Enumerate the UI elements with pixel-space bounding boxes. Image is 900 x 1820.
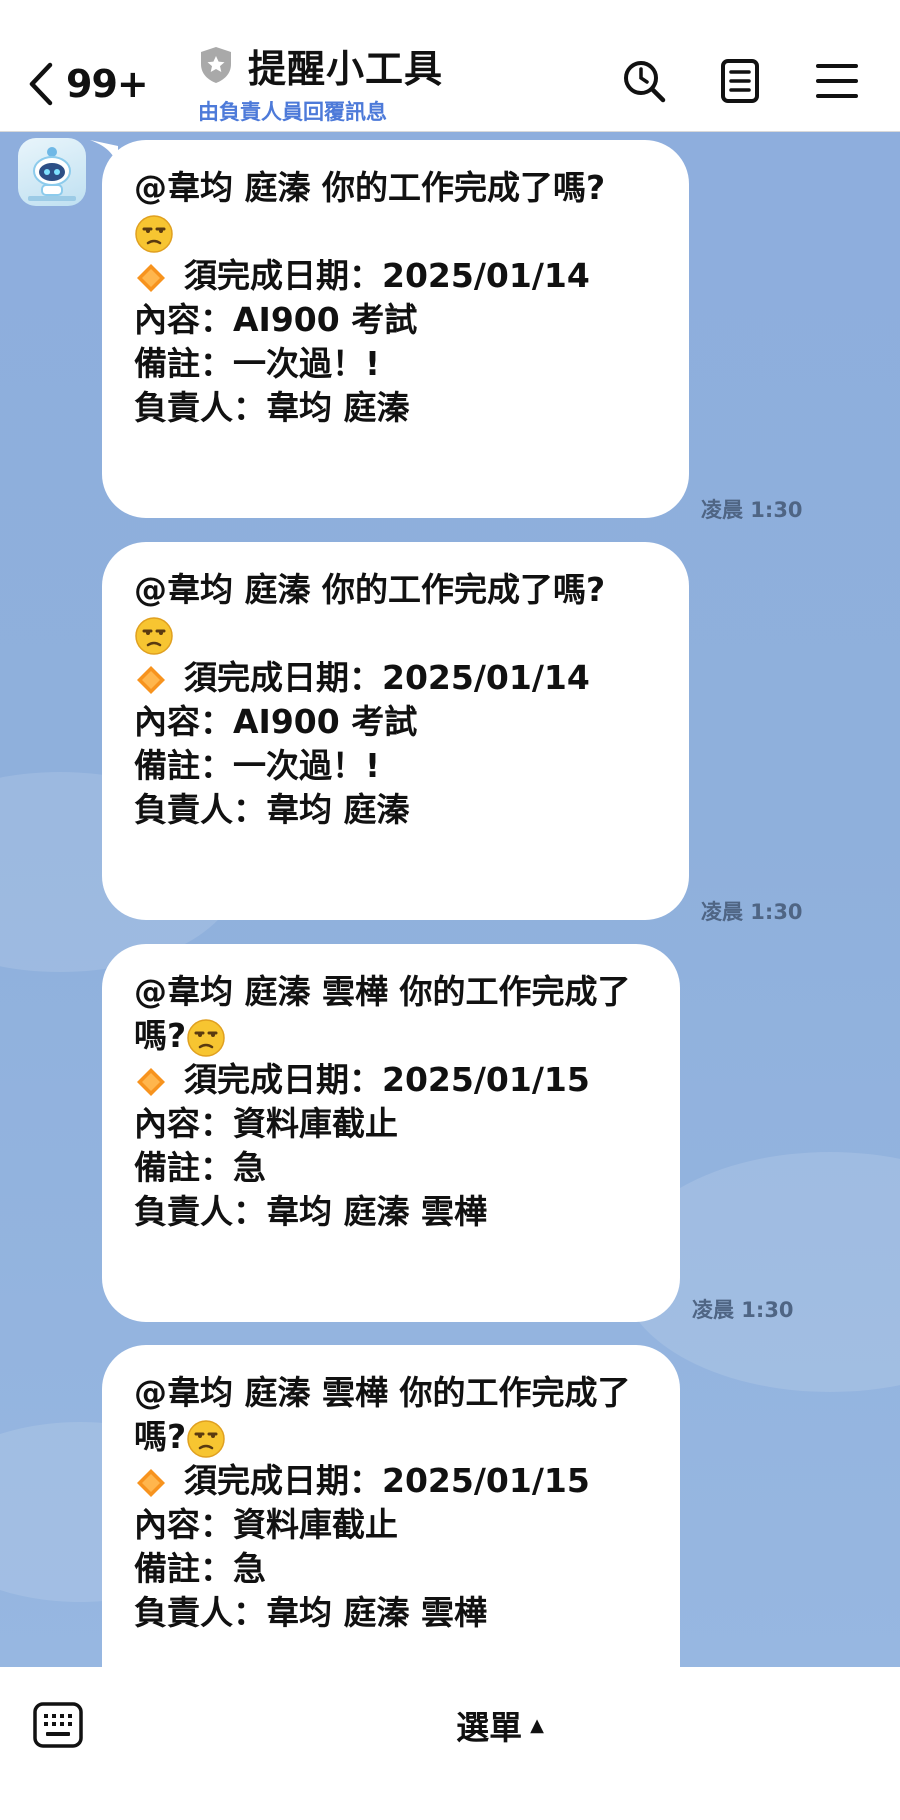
menu-button[interactable] [810, 54, 864, 108]
mention-line: @韋均 庭溱 雲樺 你的工作完成了嗎? [134, 1371, 652, 1459]
due-date: 須完成日期：2025/01/15 [184, 1060, 590, 1099]
unamused-face-emoji [135, 214, 173, 253]
emoji-line [134, 612, 661, 656]
chevron-left-icon [29, 62, 53, 106]
orange-diamond-emoji [137, 1468, 165, 1497]
shield-star-icon [201, 47, 231, 83]
due-date-line: 須完成日期：2025/01/15 [134, 1459, 652, 1503]
orange-diamond-emoji [137, 263, 165, 292]
due-date: 須完成日期：2025/01/14 [184, 658, 590, 697]
bot-avatar[interactable] [18, 138, 86, 206]
mention-line: @韋均 庭溱 你的工作完成了嗎? [134, 168, 606, 207]
message-timestamp: 凌晨 1:30 [701, 498, 803, 522]
orange-diamond-emoji [137, 1067, 165, 1096]
unamused-face-emoji [187, 1419, 225, 1458]
robot-avatar-icon [28, 147, 76, 201]
message-bubble[interactable]: @韋均 庭溱 雲樺 你的工作完成了嗎? 須完成日期：2025/01/15 內容：… [102, 944, 680, 1322]
owner-line: 負責人：韋均 庭溱 [134, 388, 410, 427]
unamused-face-emoji [187, 1018, 225, 1057]
mention-line: @韋均 庭溱 雲樺 你的工作完成了嗎? [134, 970, 652, 1058]
bottom-bar: 選單 ▲ [0, 1667, 900, 1820]
note-line: 備註：一次過！! [134, 344, 381, 383]
due-date-line: 須完成日期：2025/01/14 [134, 254, 661, 298]
menu-toggle-label: 選單 [456, 1708, 523, 1747]
owner-line: 負責人：韋均 庭溱 雲樺 [134, 1593, 487, 1632]
content-line: 內容：AI900 考試 [134, 702, 418, 741]
message-bubble[interactable]: @韋均 庭溱 你的工作完成了嗎? 須完成日期：2025/01/14 內容：AI9… [102, 140, 689, 518]
due-date: 須完成日期：2025/01/14 [184, 256, 590, 295]
owner-line: 負責人：韋均 庭溱 雲樺 [134, 1192, 487, 1231]
note-line: 備註：一次過！! [134, 746, 381, 785]
back-button[interactable]: 99+ [28, 52, 168, 116]
rich-menu-toggle[interactable]: 選單 ▲ [400, 1695, 600, 1755]
due-date-line: 須完成日期：2025/01/14 [134, 656, 661, 700]
chat-header: 99+ 提醒小工具 由負責人員回覆訊息 [0, 0, 900, 132]
message-timestamp: 凌晨 1:30 [692, 1298, 794, 1322]
hamburger-menu-icon [816, 64, 858, 98]
caret-up-icon: ▲ [530, 1714, 544, 1736]
chat-subtitle[interactable]: 由負責人員回覆訊息 [198, 96, 618, 126]
orange-diamond-emoji [137, 665, 165, 694]
content-line: 內容：資料庫截止 [134, 1505, 398, 1544]
owner-line: 負責人：韋均 庭溱 [134, 790, 410, 829]
mention-line: @韋均 庭溱 你的工作完成了嗎? [134, 570, 606, 609]
content-line: 內容：AI900 考試 [134, 300, 418, 339]
due-date-line: 須完成日期：2025/01/15 [134, 1058, 652, 1102]
unread-count: 99+ [66, 62, 149, 106]
search-icon [624, 61, 666, 103]
keyboard-button[interactable] [32, 1699, 84, 1751]
content-line: 內容：資料庫截止 [134, 1104, 398, 1143]
message-bubble[interactable]: @韋均 庭溱 雲樺 你的工作完成了嗎? 須完成日期：2025/01/15 內容：… [102, 1345, 680, 1667]
title-block: 提醒小工具 由負責人員回覆訊息 [198, 40, 618, 126]
message-timestamp: 凌晨 1:30 [701, 900, 803, 924]
unamused-face-emoji [135, 616, 173, 655]
search-button[interactable] [617, 54, 671, 108]
chat-area[interactable]: @韋均 庭溱 你的工作完成了嗎? 須完成日期：2025/01/14 內容：AI9… [0, 132, 900, 1667]
note-line: 備註：急 [134, 1549, 266, 1588]
chat-title: 提醒小工具 [248, 46, 444, 91]
notes-icon [721, 59, 759, 103]
emoji-line [134, 210, 661, 254]
notes-button[interactable] [713, 54, 767, 108]
message-bubble[interactable]: @韋均 庭溱 你的工作完成了嗎? 須完成日期：2025/01/14 內容：AI9… [102, 542, 689, 920]
due-date: 須完成日期：2025/01/15 [184, 1461, 590, 1500]
note-line: 備註：急 [134, 1148, 266, 1187]
keyboard-icon [33, 1702, 83, 1748]
